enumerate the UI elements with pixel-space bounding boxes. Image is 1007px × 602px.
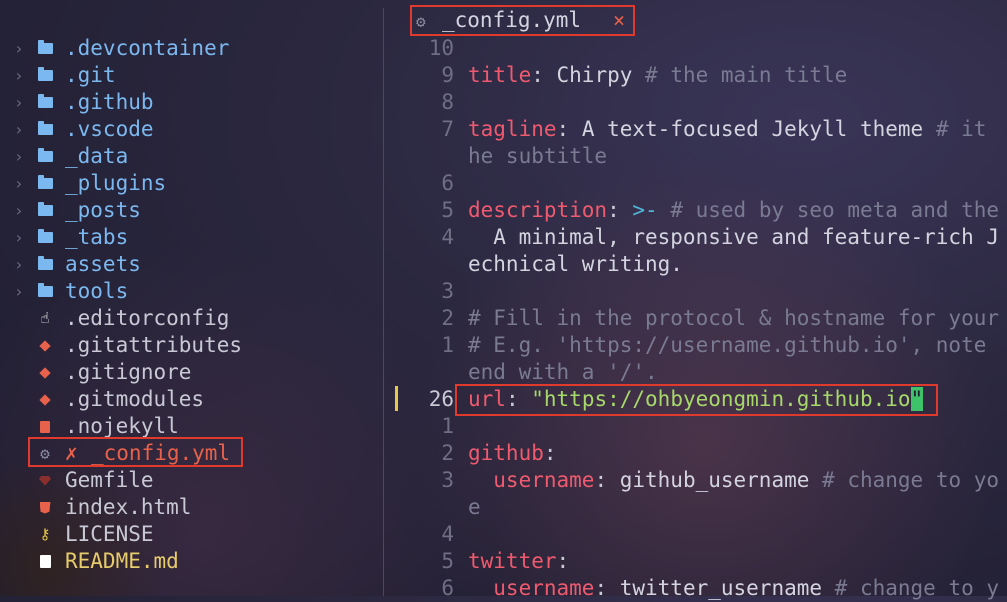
tab-label: _config.yml [442,8,582,32]
tree-item-label: .gitignore [65,360,192,384]
line-number: 4 [441,225,454,249]
git-icon [37,386,53,413]
folder-icon [37,224,53,251]
document-icon [37,413,53,440]
code-line-wrap: end with a '/'. [468,360,658,384]
line-number: 4 [441,522,454,546]
folder-icon [37,170,53,197]
tree-item-label: .nojekyll [65,414,179,438]
chevron-right-icon[interactable]: › [14,143,28,170]
line-number: 8 [441,90,454,114]
folder-icon [37,251,53,278]
tree-item-label: _data [65,144,129,168]
line-number: 5 [441,198,454,222]
tree-item-label: tools [65,279,129,303]
chevron-right-icon[interactable]: › [14,197,28,224]
ruby-gem-icon [37,467,53,494]
git-icon [37,332,53,359]
code-line: description: >- # used by seo meta and t… [468,198,1000,222]
line-number: 3 [441,279,454,303]
chevron-right-icon[interactable]: › [14,170,28,197]
tree-item-label: .github [65,90,154,114]
code-line-wrap: he subtitle [468,144,608,168]
modified-line-gutter-marker [395,386,398,411]
file-explorer-sidebar: › .devcontainer › .git › .github › .vsco… [0,35,383,596]
line-number: 6 [441,171,454,195]
line-number: 1 [441,333,454,357]
folder-icon [37,35,53,62]
folder-icon [37,116,53,143]
folder-icon [37,62,53,89]
line-number: 3 [441,468,454,492]
folder-icon [37,143,53,170]
tree-item-label: _plugins [65,171,167,195]
selected-file-highlight [28,437,243,467]
editor-tab-config-yml[interactable]: ⚙ _config.yml × [410,5,635,36]
tree-item-label: _posts [65,198,141,222]
folder-icon [37,197,53,224]
line-number: 10 [428,36,454,60]
gear-icon: ⚙ [416,12,426,31]
chevron-right-icon[interactable]: › [14,251,28,278]
code-line: # E.g. 'https://username.github.io', not… [468,333,987,357]
code-line: tagline: A text-focused Jekyll theme # i… [468,117,987,141]
line-number: 2 [441,441,454,465]
code-line-wrap: e [468,495,481,519]
code-line: username: twitter_username # change to y [468,576,1000,600]
tree-item-label: .git [65,63,116,87]
line-number: 6 [441,576,454,600]
folder-icon [37,278,53,305]
chevron-right-icon[interactable]: › [14,116,28,143]
tree-item-label: .gitmodules [65,387,205,411]
code-line: github: [468,441,557,465]
markdown-icon [37,548,53,575]
code-line: twitter: [468,549,570,573]
line-number: 7 [441,117,454,141]
chevron-right-icon[interactable]: › [14,278,28,305]
code-line: # Fill in the protocol & hostname for yo… [468,306,1000,330]
tree-item-label: index.html [65,495,192,519]
code-line-wrap: echnical writing. [468,252,683,276]
code-line: title: Chirpy # the main title [468,63,848,87]
git-icon [37,359,53,386]
close-icon[interactable]: × [613,7,625,34]
line-number: 1 [441,414,454,438]
html5-icon [37,494,53,521]
folder-icon [37,89,53,116]
tree-item-label: .gitattributes [65,333,243,357]
tree-item-label: .vscode [65,117,154,141]
code-line: A minimal, responsive and feature-rich J [468,225,1000,249]
tree-item-label: Gemfile [65,468,154,492]
tree-item-label: .devcontainer [65,36,230,60]
chevron-right-icon[interactable]: › [14,35,28,62]
tree-item-label: assets [65,252,141,276]
url-line-highlight [455,384,938,416]
tree-item-label: LICENSE [65,522,154,546]
key-icon: ⚷ [39,525,51,543]
chevron-right-icon[interactable]: › [14,89,28,116]
line-number: 5 [441,549,454,573]
chevron-right-icon[interactable]: › [14,224,28,251]
line-number: 9 [441,63,454,87]
chevron-right-icon[interactable]: › [14,62,28,89]
line-number: 2 [441,306,454,330]
tree-item-label: .editorconfig [65,306,230,330]
tree-item-label: README.md [65,549,179,573]
code-line: username: github_username # change to yo [468,468,1000,492]
tree-item-label: _tabs [65,225,129,249]
current-line-number: 26 [428,387,454,411]
pane-divider[interactable] [383,8,384,596]
editorconfig-icon: ☝ [40,309,50,327]
